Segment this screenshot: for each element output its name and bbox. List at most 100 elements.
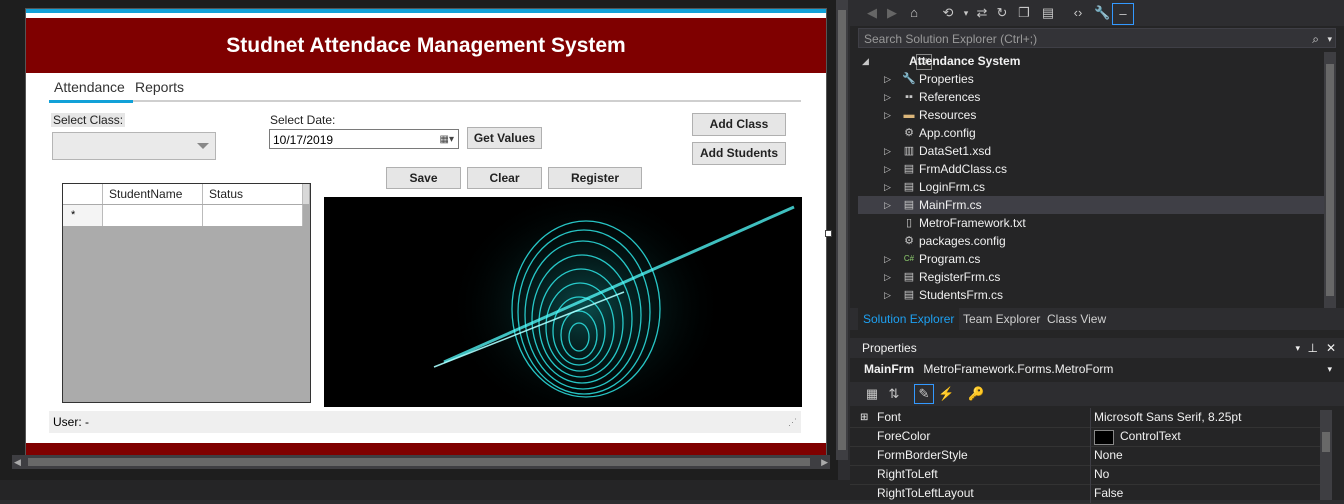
- property-name: ForeColor: [877, 429, 931, 443]
- refresh-icon[interactable]: ↻: [994, 5, 1010, 21]
- close-icon[interactable]: ✕: [1326, 338, 1336, 358]
- collapsed-arrow-icon[interactable]: ▷: [884, 250, 892, 268]
- collapsed-arrow-icon[interactable]: ▷: [884, 142, 892, 160]
- tree-scrollbar[interactable]: [1324, 52, 1336, 308]
- class-combobox[interactable]: [52, 132, 216, 160]
- expanded-arrow-icon[interactable]: ◢: [862, 52, 870, 70]
- table-row[interactable]: *: [63, 205, 303, 226]
- solution-tree[interactable]: ◢ C# Attendance System ▷ 🔧 Properties ▷ ▪▪ Re…: [858, 52, 1324, 308]
- form-resize-handle[interactable]: [825, 230, 832, 237]
- collapsed-arrow-icon[interactable]: ▷: [884, 160, 892, 178]
- property-value[interactable]: False: [1094, 484, 1123, 503]
- back-icon[interactable]: ◀: [864, 5, 880, 21]
- collapsed-arrow-icon[interactable]: ▷: [884, 88, 892, 106]
- show-all-files-icon[interactable]: ▤: [1040, 5, 1056, 21]
- search-icon[interactable]: ⌕: [1312, 29, 1319, 49]
- grid-scrollbar[interactable]: [303, 184, 309, 204]
- chevron-down-icon[interactable]: ▾: [958, 5, 974, 21]
- cell-studentname[interactable]: [103, 205, 203, 226]
- property-row[interactable]: RightToLeftLayout False: [850, 484, 1320, 504]
- tab-reports[interactable]: Reports: [135, 79, 184, 95]
- tree-item[interactable]: ▷ ▤ FrmAddClass.cs: [858, 160, 1324, 178]
- tab-attendance[interactable]: Attendance: [54, 79, 125, 95]
- home-icon[interactable]: ⌂: [906, 5, 922, 21]
- column-header-studentname[interactable]: StudentName: [103, 184, 203, 204]
- tree-item[interactable]: ▷ 🔧 Properties: [858, 70, 1324, 88]
- tree-item[interactable]: ▷ ▤ StudentsFrm.cs: [858, 286, 1324, 304]
- tree-item-project[interactable]: ◢ C# Attendance System: [858, 52, 1324, 70]
- tree-scroll-thumb[interactable]: [1326, 64, 1334, 296]
- view-code-icon[interactable]: ‹›: [1070, 5, 1086, 21]
- properties-scrollbar[interactable]: [1320, 410, 1332, 500]
- dropdown-icon[interactable]: ▾: [1295, 338, 1300, 358]
- properties-wrench-icon[interactable]: 🔧: [1094, 5, 1110, 21]
- tab-team-explorer[interactable]: Team Explorer: [958, 308, 1045, 330]
- chevron-down-icon[interactable]: ▾: [1327, 360, 1332, 378]
- collapsed-arrow-icon[interactable]: ▷: [884, 268, 892, 286]
- events-lightning-icon[interactable]: ⚡: [938, 386, 954, 402]
- save-button[interactable]: Save: [386, 167, 461, 189]
- tree-item[interactable]: ▷ ▤ RegisterFrm.cs: [858, 268, 1324, 286]
- tree-item[interactable]: ▷ ▤ LoginFrm.cs: [858, 178, 1324, 196]
- search-options-icon[interactable]: ▾: [1327, 29, 1332, 49]
- tree-item[interactable]: ▷ ▤ MainFrm.cs: [858, 196, 1324, 214]
- tree-item[interactable]: ▯ MetroFramework.txt: [858, 214, 1324, 232]
- pin-icon[interactable]: ⊥: [1308, 338, 1318, 358]
- cell-status[interactable]: [203, 205, 303, 226]
- tree-item[interactable]: ▷ ▥ DataSet1.xsd: [858, 142, 1324, 160]
- designer-horizontal-scrollbar[interactable]: ◀ ▶: [12, 455, 830, 469]
- property-row[interactable]: FormBorderStyle None: [850, 446, 1320, 466]
- property-row[interactable]: ForeColor ControlText: [850, 427, 1320, 447]
- get-values-button[interactable]: Get Values: [467, 127, 542, 149]
- tree-item[interactable]: ▷ ▬ Resources: [858, 106, 1324, 124]
- collapsed-arrow-icon[interactable]: ▷: [884, 196, 892, 214]
- tab-class-view[interactable]: Class View: [1042, 308, 1111, 330]
- scroll-right-icon[interactable]: ▶: [821, 455, 828, 469]
- property-row[interactable]: ⊞ Font Microsoft Sans Serif, 8.25pt: [850, 408, 1320, 428]
- property-value[interactable]: None: [1094, 446, 1123, 465]
- sync-icon[interactable]: ⇄: [974, 5, 990, 21]
- collapsed-arrow-icon[interactable]: ▷: [884, 106, 892, 124]
- categorized-icon[interactable]: ▦: [864, 386, 880, 402]
- calendar-dropdown-icon[interactable]: ▦▾: [440, 130, 454, 150]
- properties-view-icon[interactable]: ✎: [914, 384, 934, 404]
- history-icon[interactable]: ⟲: [940, 5, 956, 21]
- forward-icon[interactable]: ▶: [884, 5, 900, 21]
- tab-solution-explorer[interactable]: Solution Explorer: [858, 308, 960, 330]
- add-class-button[interactable]: Add Class: [692, 113, 786, 136]
- property-name: FormBorderStyle: [877, 448, 968, 462]
- scroll-left-icon[interactable]: ◀: [14, 455, 21, 469]
- students-grid[interactable]: StudentName Status *: [62, 183, 311, 403]
- collapsed-arrow-icon[interactable]: ▷: [884, 178, 892, 196]
- properties-scroll-thumb[interactable]: [1322, 432, 1330, 452]
- property-value[interactable]: No: [1094, 465, 1109, 484]
- add-students-button[interactable]: Add Students: [692, 142, 786, 165]
- tree-item[interactable]: ▷ ▪▪ References: [858, 88, 1324, 106]
- designer-vertical-scrollbar[interactable]: [836, 0, 848, 460]
- column-header-status[interactable]: Status: [203, 184, 303, 204]
- property-value[interactable]: Microsoft Sans Serif, 8.25pt: [1094, 408, 1241, 427]
- panel-tab-strip: Solution Explorer Team Explorer Class Vi…: [850, 308, 1344, 330]
- register-button[interactable]: Register: [548, 167, 642, 189]
- solution-search-input[interactable]: Search Solution Explorer (Ctrl+;) ⌕ ▾: [858, 28, 1336, 48]
- collapsed-arrow-icon[interactable]: ▷: [884, 70, 892, 88]
- tree-item-label: MetroFramework.txt: [919, 216, 1026, 230]
- vertical-scroll-thumb[interactable]: [838, 10, 846, 450]
- property-pages-icon[interactable]: 🔑: [968, 386, 984, 402]
- preview-selected-icon[interactable]: –: [1112, 3, 1134, 25]
- tree-item[interactable]: ⚙ App.config: [858, 124, 1324, 142]
- clear-button[interactable]: Clear: [467, 167, 542, 189]
- properties-object-selector[interactable]: MainFrm MetroFramework.Forms.MetroForm ▾: [850, 360, 1344, 378]
- horizontal-scroll-thumb[interactable]: [28, 458, 810, 466]
- collapse-all-icon[interactable]: ❐: [1016, 5, 1032, 21]
- tree-item-label: DataSet1.xsd: [919, 144, 992, 158]
- alphabetical-icon[interactable]: ⇅: [886, 386, 902, 402]
- resize-grip-icon[interactable]: ⋰: [788, 411, 797, 433]
- tree-item[interactable]: ⚙ packages.config: [858, 232, 1324, 250]
- property-row[interactable]: RightToLeft No: [850, 465, 1320, 485]
- collapsed-arrow-icon[interactable]: ▷: [884, 286, 892, 304]
- tree-item[interactable]: ▷ C# Program.cs: [858, 250, 1324, 268]
- expand-icon[interactable]: ⊞: [860, 408, 868, 427]
- date-picker[interactable]: 10/17/2019 ▦▾: [269, 129, 459, 149]
- property-value[interactable]: ControlText: [1120, 427, 1181, 446]
